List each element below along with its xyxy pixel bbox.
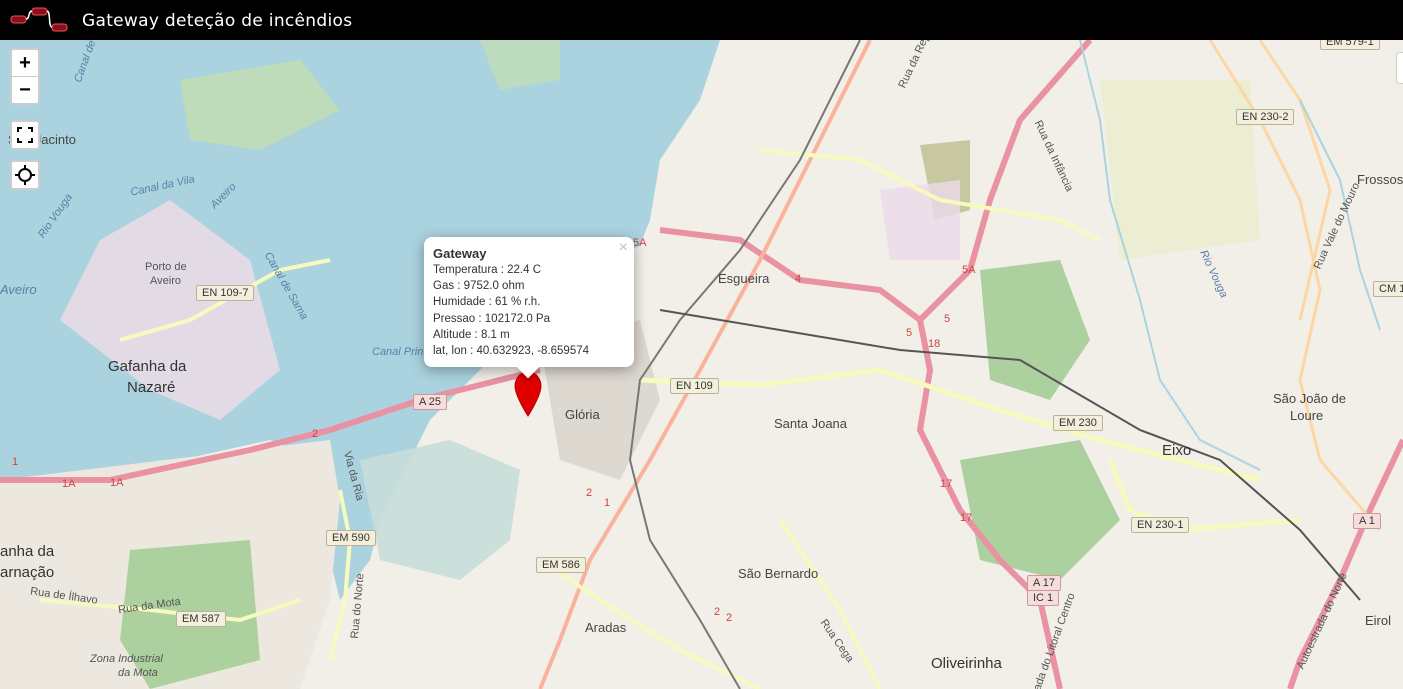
place-gafanha-nazare-2: Nazaré: [127, 379, 176, 396]
place-zona-industrial-2: da Mota: [118, 667, 158, 679]
place-oliveirinha: Oliveirinha: [931, 655, 1002, 672]
road-number-1a-b: 1A: [110, 477, 124, 489]
popup-temperature: Temperatura : 22.4 C: [433, 264, 542, 276]
popup-title: Gateway: [433, 246, 487, 261]
place-frossos: Frossos: [1357, 172, 1403, 187]
road-number-2-b: 2: [714, 606, 721, 618]
popup-humidity: Humidade : 61 % r.h.: [433, 296, 541, 309]
shield-en2301: EN 230-1: [1131, 517, 1190, 533]
shield-a25: A 25: [413, 394, 448, 410]
map-canvas[interactable]: São Jacinto Porto de Aveiro Gafanha da N…: [0, 40, 1403, 689]
road-number-18: 18: [928, 338, 941, 350]
shield-ic1: IC 1: [1027, 590, 1060, 606]
place-gafanha-nazare-1: Gafanha da: [108, 358, 187, 375]
place-aradas: Aradas: [585, 620, 627, 635]
shield-em5791: EM 579-1: [1320, 40, 1380, 50]
popup-altitude: Altitude : 8.1 m: [433, 328, 510, 341]
road-number-5a: 5A: [633, 237, 647, 249]
road-number-1a: 1A: [62, 478, 76, 490]
place-sao-joao-loure-1: São João de: [1273, 391, 1347, 406]
crosshair-icon: [15, 165, 35, 185]
place-gafanha-encarnacao-1: anha da: [0, 543, 55, 560]
place-sao-bernardo: São Bernardo: [738, 566, 819, 581]
popup-latlon: lat, lon : 40.632923, -8.659574: [433, 345, 590, 358]
place-santa-joana: Santa Joana: [774, 416, 848, 431]
water-aveiro: Aveiro: [0, 282, 37, 297]
shield-en2302: EN 230-2: [1236, 109, 1295, 125]
node-red-logo-icon: [10, 7, 68, 32]
place-porto-aveiro-2: Aveiro: [150, 275, 181, 287]
road-number-2-c: 2: [726, 612, 733, 624]
locate-button[interactable]: [12, 162, 38, 188]
zoom-control: + −: [10, 48, 40, 105]
road-number-17: 17: [940, 478, 953, 490]
shield-em586: EM 586: [536, 557, 586, 573]
road-number-17-b: 17: [960, 512, 973, 524]
shield-a1: A 1: [1353, 513, 1381, 529]
shield-a17: A 17: [1027, 575, 1062, 591]
water-canal-principal: Canal Prin: [372, 346, 424, 358]
shield-en1097: EN 109-7: [196, 285, 255, 301]
road-number-2: 2: [312, 428, 319, 440]
popup-gas: Gas : 9752.0 ohm: [433, 280, 525, 293]
fullscreen-icon: [17, 127, 33, 143]
shield-em590: EM 590: [326, 530, 376, 546]
road-number-2-d: 2: [586, 487, 593, 499]
road-number-5a-east: 5A: [962, 264, 976, 276]
road-number-5: 5: [906, 327, 913, 339]
place-eirol: Eirol: [1365, 613, 1392, 628]
place-porto-aveiro-1: Porto de: [145, 261, 187, 273]
layers-toggle-button[interactable]: [1396, 52, 1403, 84]
page-title: Gateway deteção de incêndios: [82, 11, 353, 31]
place-sao-joao-loure-2: Loure: [1290, 408, 1324, 423]
locate-control: [10, 160, 40, 190]
road-number-1-west: 1: [12, 456, 19, 468]
place-gloria: Glória: [565, 407, 600, 422]
shield-em587: EM 587: [176, 611, 226, 627]
map-tiles: [0, 40, 1403, 689]
place-gafanha-encarnacao-2: arnação: [0, 564, 55, 581]
popup-content: Gateway Temperatura : 22.4 C Gas : 9752.…: [424, 237, 634, 367]
zoom-out-button[interactable]: −: [12, 76, 38, 103]
app-header: Gateway deteção de incêndios: [0, 0, 1403, 40]
gateway-popup: × Gateway Temperatura : 22.4 C Gas : 975…: [424, 237, 634, 379]
fullscreen-control: [10, 120, 40, 150]
fullscreen-button[interactable]: [12, 122, 38, 148]
shield-em230: EM 230: [1053, 415, 1103, 431]
place-eixo: Eixo: [1162, 442, 1192, 459]
shield-en109: EN 109: [670, 378, 719, 394]
popup-pressure: Pressao : 102172.0 Pa: [433, 312, 550, 325]
shield-cm1: CM 1: [1373, 281, 1403, 297]
road-number-5-b: 5: [944, 313, 951, 325]
place-esgueira: Esgueira: [718, 271, 770, 286]
place-zona-industrial-1: Zona Industrial: [90, 653, 163, 665]
road-number-4: 4: [795, 273, 802, 285]
zoom-in-button[interactable]: +: [12, 50, 38, 76]
road-number-1: 1: [604, 497, 611, 509]
